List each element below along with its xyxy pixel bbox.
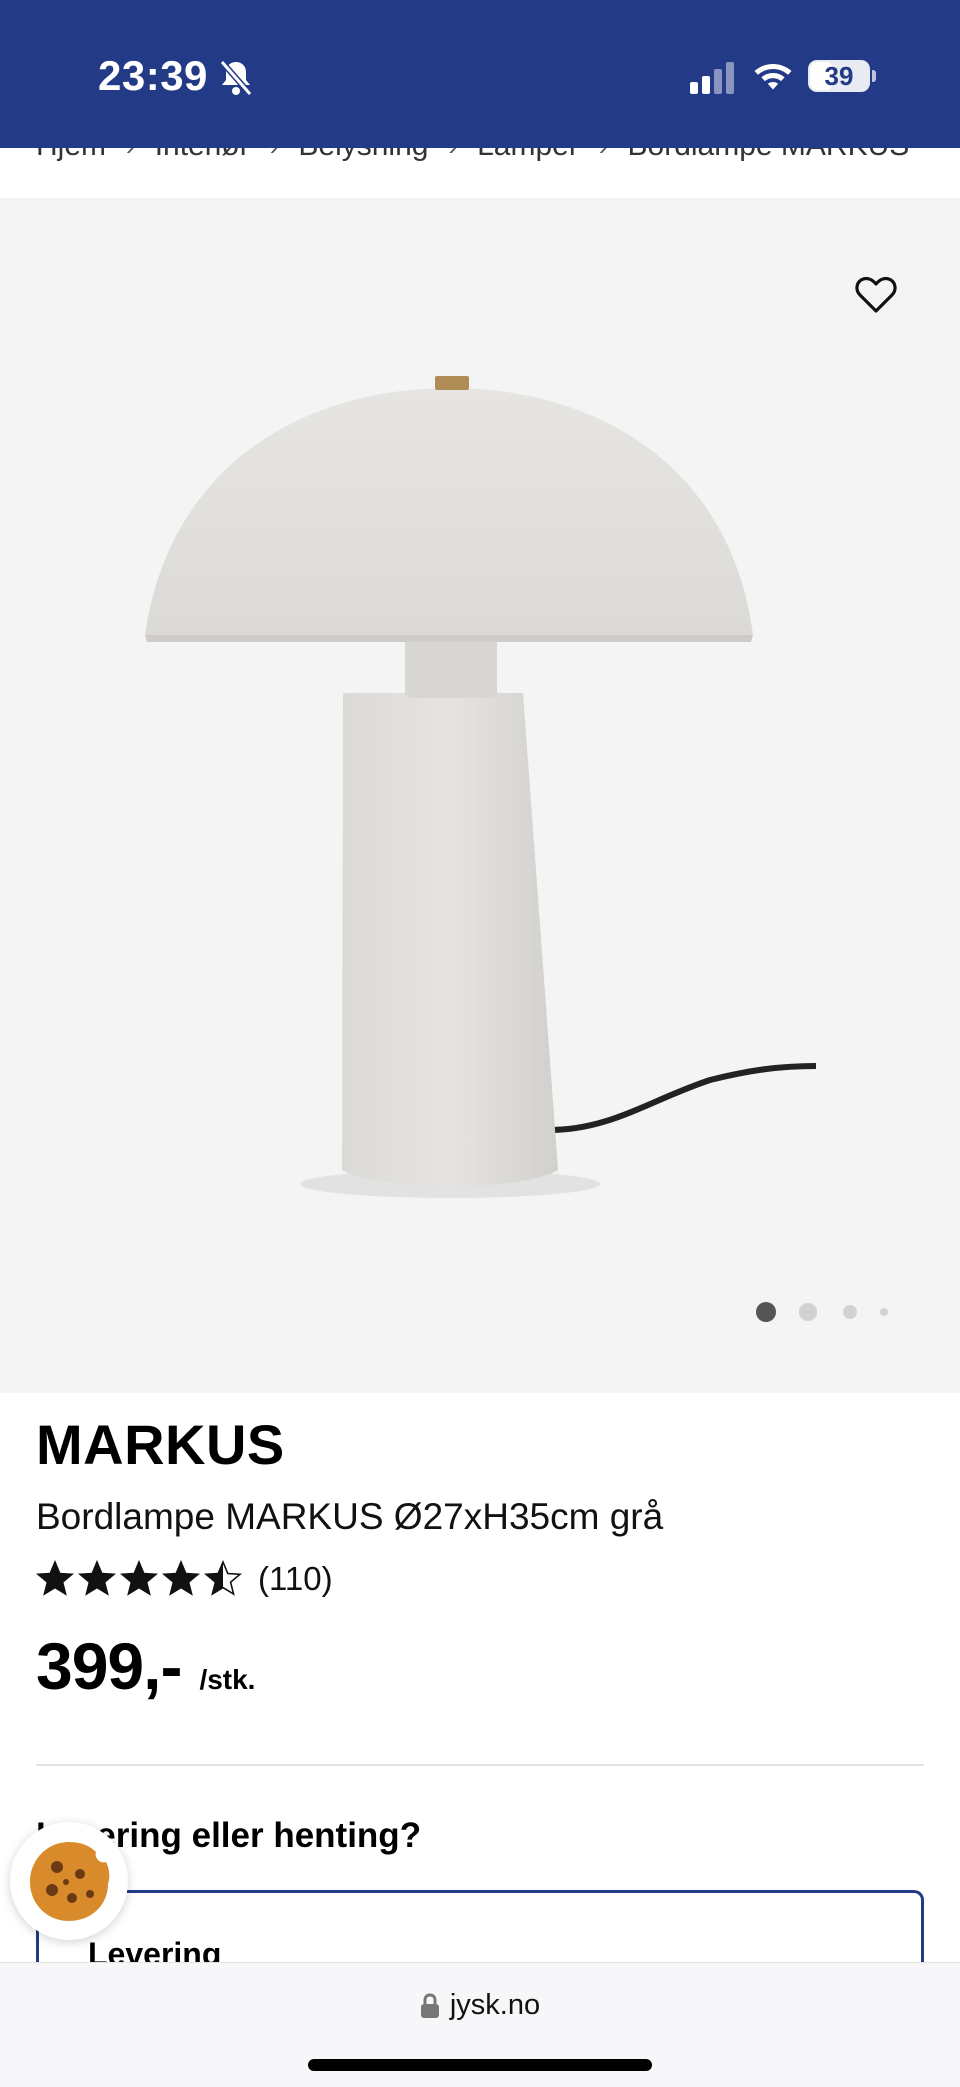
price-value: 399,- bbox=[36, 1629, 182, 1703]
star-icon bbox=[162, 1560, 200, 1596]
bell-off-icon bbox=[219, 60, 253, 96]
pagination-dot[interactable] bbox=[843, 1305, 857, 1319]
battery-icon: 39 bbox=[808, 60, 870, 92]
heart-icon[interactable] bbox=[852, 270, 900, 318]
wifi-icon bbox=[754, 64, 792, 90]
star-icon bbox=[204, 1560, 242, 1596]
pagination-dot[interactable] bbox=[880, 1308, 888, 1316]
pagination-dot[interactable] bbox=[756, 1302, 776, 1322]
star-icon bbox=[120, 1560, 158, 1596]
star-icon bbox=[78, 1560, 116, 1596]
url-text: jysk.no bbox=[449, 1989, 541, 2021]
product-brand: MARKUS bbox=[36, 1413, 285, 1476]
gallery-pagination bbox=[0, 1300, 960, 1324]
rating-stars bbox=[36, 1560, 242, 1598]
product-rating[interactable]: (110) bbox=[36, 1560, 333, 1598]
battery-percent: 39 bbox=[824, 61, 854, 91]
table-lamp-image bbox=[145, 376, 817, 1198]
status-bar: 23:39 39 bbox=[0, 0, 960, 148]
pagination-dot[interactable] bbox=[799, 1303, 817, 1321]
address-bar[interactable]: jysk.no bbox=[0, 1989, 960, 2022]
lock-icon bbox=[420, 1992, 439, 2018]
star-icon bbox=[36, 1560, 74, 1596]
product-price: 399,- /stk. bbox=[36, 1628, 255, 1704]
product-name: Bordlampe MARKUS Ø27xH35cm grå bbox=[36, 1496, 664, 1537]
divider bbox=[36, 1764, 924, 1766]
price-unit: /stk. bbox=[199, 1664, 256, 1695]
rating-count: (110) bbox=[258, 1560, 333, 1597]
home-indicator[interactable] bbox=[308, 2059, 652, 2071]
cookie-settings-button[interactable] bbox=[10, 1822, 128, 1940]
signal-icon bbox=[690, 62, 734, 94]
browser-bar: jysk.no bbox=[0, 1962, 960, 2087]
cookie-icon bbox=[30, 1842, 110, 1921]
status-time: 23:39 bbox=[98, 52, 208, 99]
battery-nub bbox=[872, 70, 876, 82]
